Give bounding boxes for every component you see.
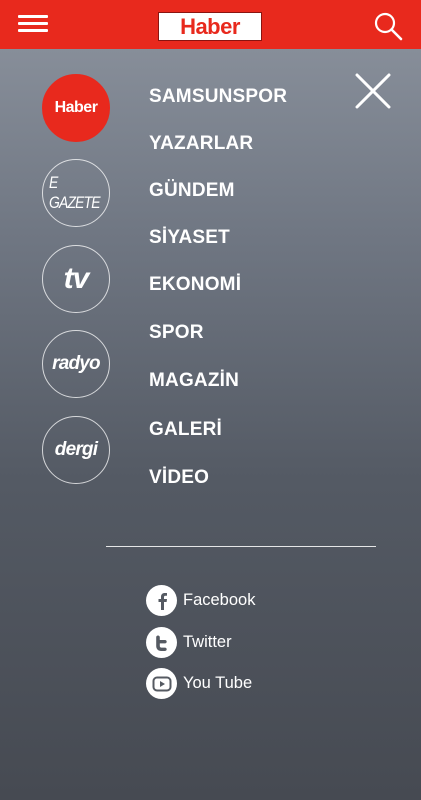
section-label-dergi: dergi [54,439,98,460]
section-label-tv: tv [63,262,90,295]
menu-divider [106,546,376,547]
youtube-icon [146,668,177,699]
menu-item-spor[interactable]: SPOR [149,322,204,344]
section-radyo-button[interactable]: radyo [42,330,110,398]
menu-item-gundem[interactable]: GÜNDEM [149,180,235,202]
section-dergi-button[interactable]: dergi [42,416,110,484]
section-label-radyo: radyo [52,353,101,374]
menu-item-galeri[interactable]: GALERİ [149,419,222,441]
social-label-facebook: Facebook [183,591,256,609]
logo-text: Haber [180,13,240,39]
hamburger-menu-icon[interactable] [18,13,48,35]
facebook-icon [146,585,177,616]
close-icon[interactable] [355,73,391,109]
twitter-icon [146,627,177,658]
menu-item-samsunspor[interactable]: SAMSUNSPOR [149,86,287,108]
menu-item-magazin[interactable]: MAGAZİN [149,370,239,392]
menu-item-siyaset[interactable]: SİYASET [149,227,230,249]
haber-logo[interactable]: Haber [158,12,262,41]
menu-item-ekonomi[interactable]: EKONOMİ [149,274,241,296]
menu-item-video[interactable]: VİDEO [149,467,209,489]
section-haber-button[interactable]: Haber [42,74,110,142]
top-bar: Haber [0,0,421,49]
social-label-youtube: You Tube [183,674,253,692]
menu-item-yazarlar[interactable]: YAZARLAR [149,133,253,155]
search-icon[interactable] [372,10,404,42]
section-label-egazete: E GAZETE [48,173,101,212]
social-link-twitter[interactable]: Twitter [146,627,232,658]
section-label-haber: Haber [54,99,98,116]
social-link-youtube[interactable]: You Tube [146,668,252,699]
section-egazete-button[interactable]: E GAZETE [42,159,110,227]
social-label-twitter: Twitter [183,633,232,651]
section-tv-button[interactable]: tv [42,245,110,313]
social-link-facebook[interactable]: Facebook [146,585,255,616]
